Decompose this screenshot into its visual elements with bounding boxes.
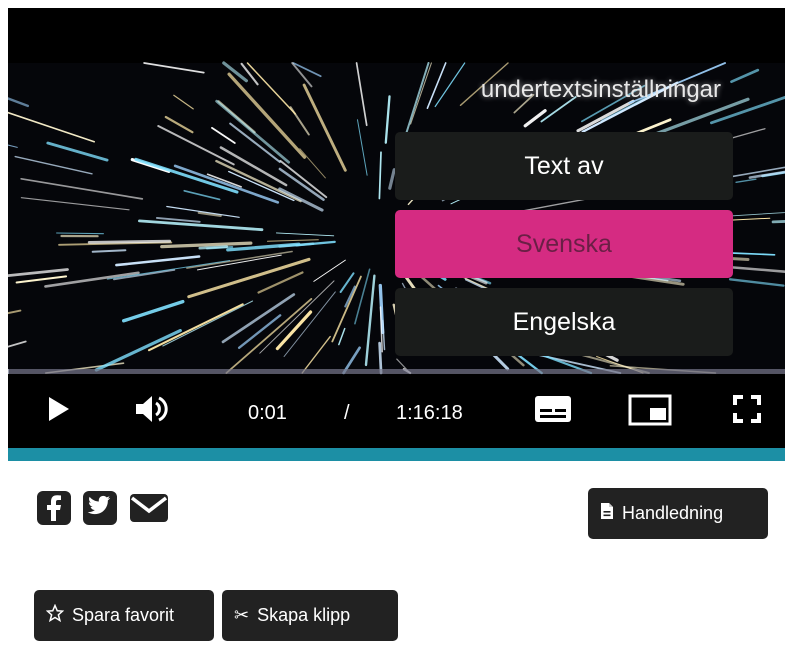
current-time: 0:01 — [248, 402, 287, 424]
volume-icon[interactable] — [134, 394, 174, 429]
document-icon — [600, 502, 614, 525]
save-favorite-label: Spara favorit — [72, 605, 175, 625]
facebook-icon[interactable] — [36, 490, 72, 531]
subtitle-option-swedish[interactable]: Svenska — [395, 210, 733, 278]
video-player[interactable]: undertextsinställningar Text av Svenska … — [8, 8, 785, 448]
fullscreen-icon[interactable] — [732, 394, 762, 429]
pip-icon[interactable] — [628, 394, 672, 431]
star-streak — [198, 245, 229, 250]
subtitle-settings-menu: undertextsinställningar Text av Svenska … — [395, 72, 733, 356]
subtitle-option-english[interactable]: Engelska — [395, 288, 733, 356]
star-streak — [56, 232, 104, 235]
email-icon[interactable] — [128, 490, 170, 531]
star-streak — [87, 239, 172, 244]
time-separator: / — [344, 402, 350, 424]
twitter-icon[interactable] — [82, 490, 118, 531]
player-controls: 0:01 / 1:16:18 — [8, 374, 785, 448]
create-clip-button[interactable]: ✂ Skapa klipp — [222, 590, 398, 641]
scissors-icon: ✂ — [234, 605, 250, 625]
accent-bar — [8, 448, 785, 461]
subtitle-option-off[interactable]: Text av — [395, 132, 733, 200]
subtitle-menu-title: undertextsinställningar — [480, 76, 721, 103]
duration: 1:16:18 — [396, 402, 463, 424]
create-clip-label: Skapa klipp — [257, 605, 351, 625]
play-icon[interactable] — [46, 394, 72, 429]
save-favorite-button[interactable]: Spara favorit — [34, 590, 214, 641]
subtitles-icon[interactable] — [534, 394, 572, 429]
guide-button[interactable]: Handledning — [588, 488, 768, 539]
star-icon — [45, 603, 65, 627]
guide-button-label: Handledning — [622, 503, 724, 523]
